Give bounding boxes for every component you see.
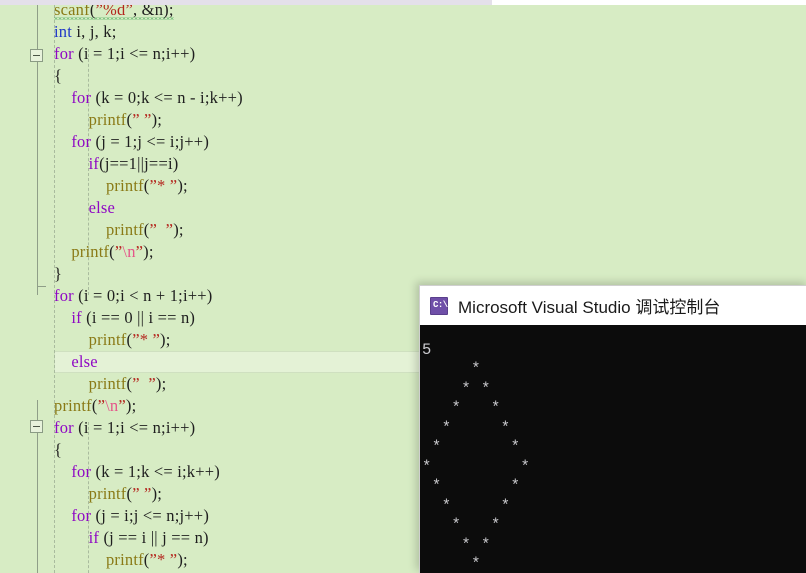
code-line[interactable]: for (i = 0;i < n + 1;i++): [54, 285, 212, 307]
editor-outlining-margin[interactable]: [14, 5, 46, 573]
code-line[interactable]: printf(”\n”);: [54, 241, 154, 263]
code-line[interactable]: if (j == i || j == n): [54, 527, 209, 549]
code-line[interactable]: if (i == 0 || i == n): [54, 307, 195, 329]
code-line[interactable]: scanf(”%d”, &n);: [54, 5, 174, 21]
editor-indicator-margin[interactable]: [0, 5, 15, 573]
code-line[interactable]: printf(”* ”);: [54, 175, 188, 197]
code-line[interactable]: printf(” ”);: [54, 373, 167, 395]
console-icon-label: C:\: [433, 299, 448, 310]
code-line[interactable]: else: [54, 351, 98, 373]
code-line[interactable]: printf(”* ”);: [54, 549, 188, 571]
console-output-text: 5 * * * * * * * * * * * * * * * * * * * …: [422, 340, 531, 573]
code-line[interactable]: for (k = 0;k <= n - i;k++): [54, 87, 243, 109]
console-titlebar[interactable]: C:\ Microsoft Visual Studio 调试控制台: [420, 286, 806, 325]
code-line[interactable]: else: [54, 197, 115, 219]
code-line[interactable]: printf(” ”);: [54, 109, 162, 131]
screen: scanf(”%d”, &n); int i, j, k; for (i = 1;i…: [0, 0, 806, 573]
code-line[interactable]: printf(”* ”);: [54, 329, 171, 351]
code-line[interactable]: for (k = 1;k <= i;k++): [54, 461, 220, 483]
console-title: Microsoft Visual Studio 调试控制台: [458, 298, 721, 317]
console-output-area[interactable]: 5 * * * * * * * * * * * * * * * * * * * …: [420, 325, 806, 573]
code-line[interactable]: if(j==1||j==i): [54, 153, 179, 175]
code-line[interactable]: printf(” ”);: [54, 219, 184, 241]
code-line[interactable]: for (i = 1;i <= n;i++): [54, 417, 195, 439]
console-app-icon: C:\: [430, 296, 448, 315]
code-line[interactable]: int i, j, k;: [54, 21, 117, 43]
code-line[interactable]: printf(” ”);: [54, 483, 162, 505]
code-line[interactable]: printf(”\n”);: [54, 395, 136, 417]
code-line[interactable]: {: [54, 65, 62, 87]
code-line[interactable]: {: [54, 439, 62, 461]
code-line[interactable]: for (i = 1;i <= n;i++): [54, 43, 195, 65]
code-line[interactable]: for (j = 1;j <= i;j++): [54, 131, 209, 153]
code-line[interactable]: for (j = i;j <= n;j++): [54, 505, 209, 527]
debug-console-window[interactable]: C:\ Microsoft Visual Studio 调试控制台 5 * * …: [419, 285, 806, 573]
code-line[interactable]: }: [54, 263, 62, 285]
